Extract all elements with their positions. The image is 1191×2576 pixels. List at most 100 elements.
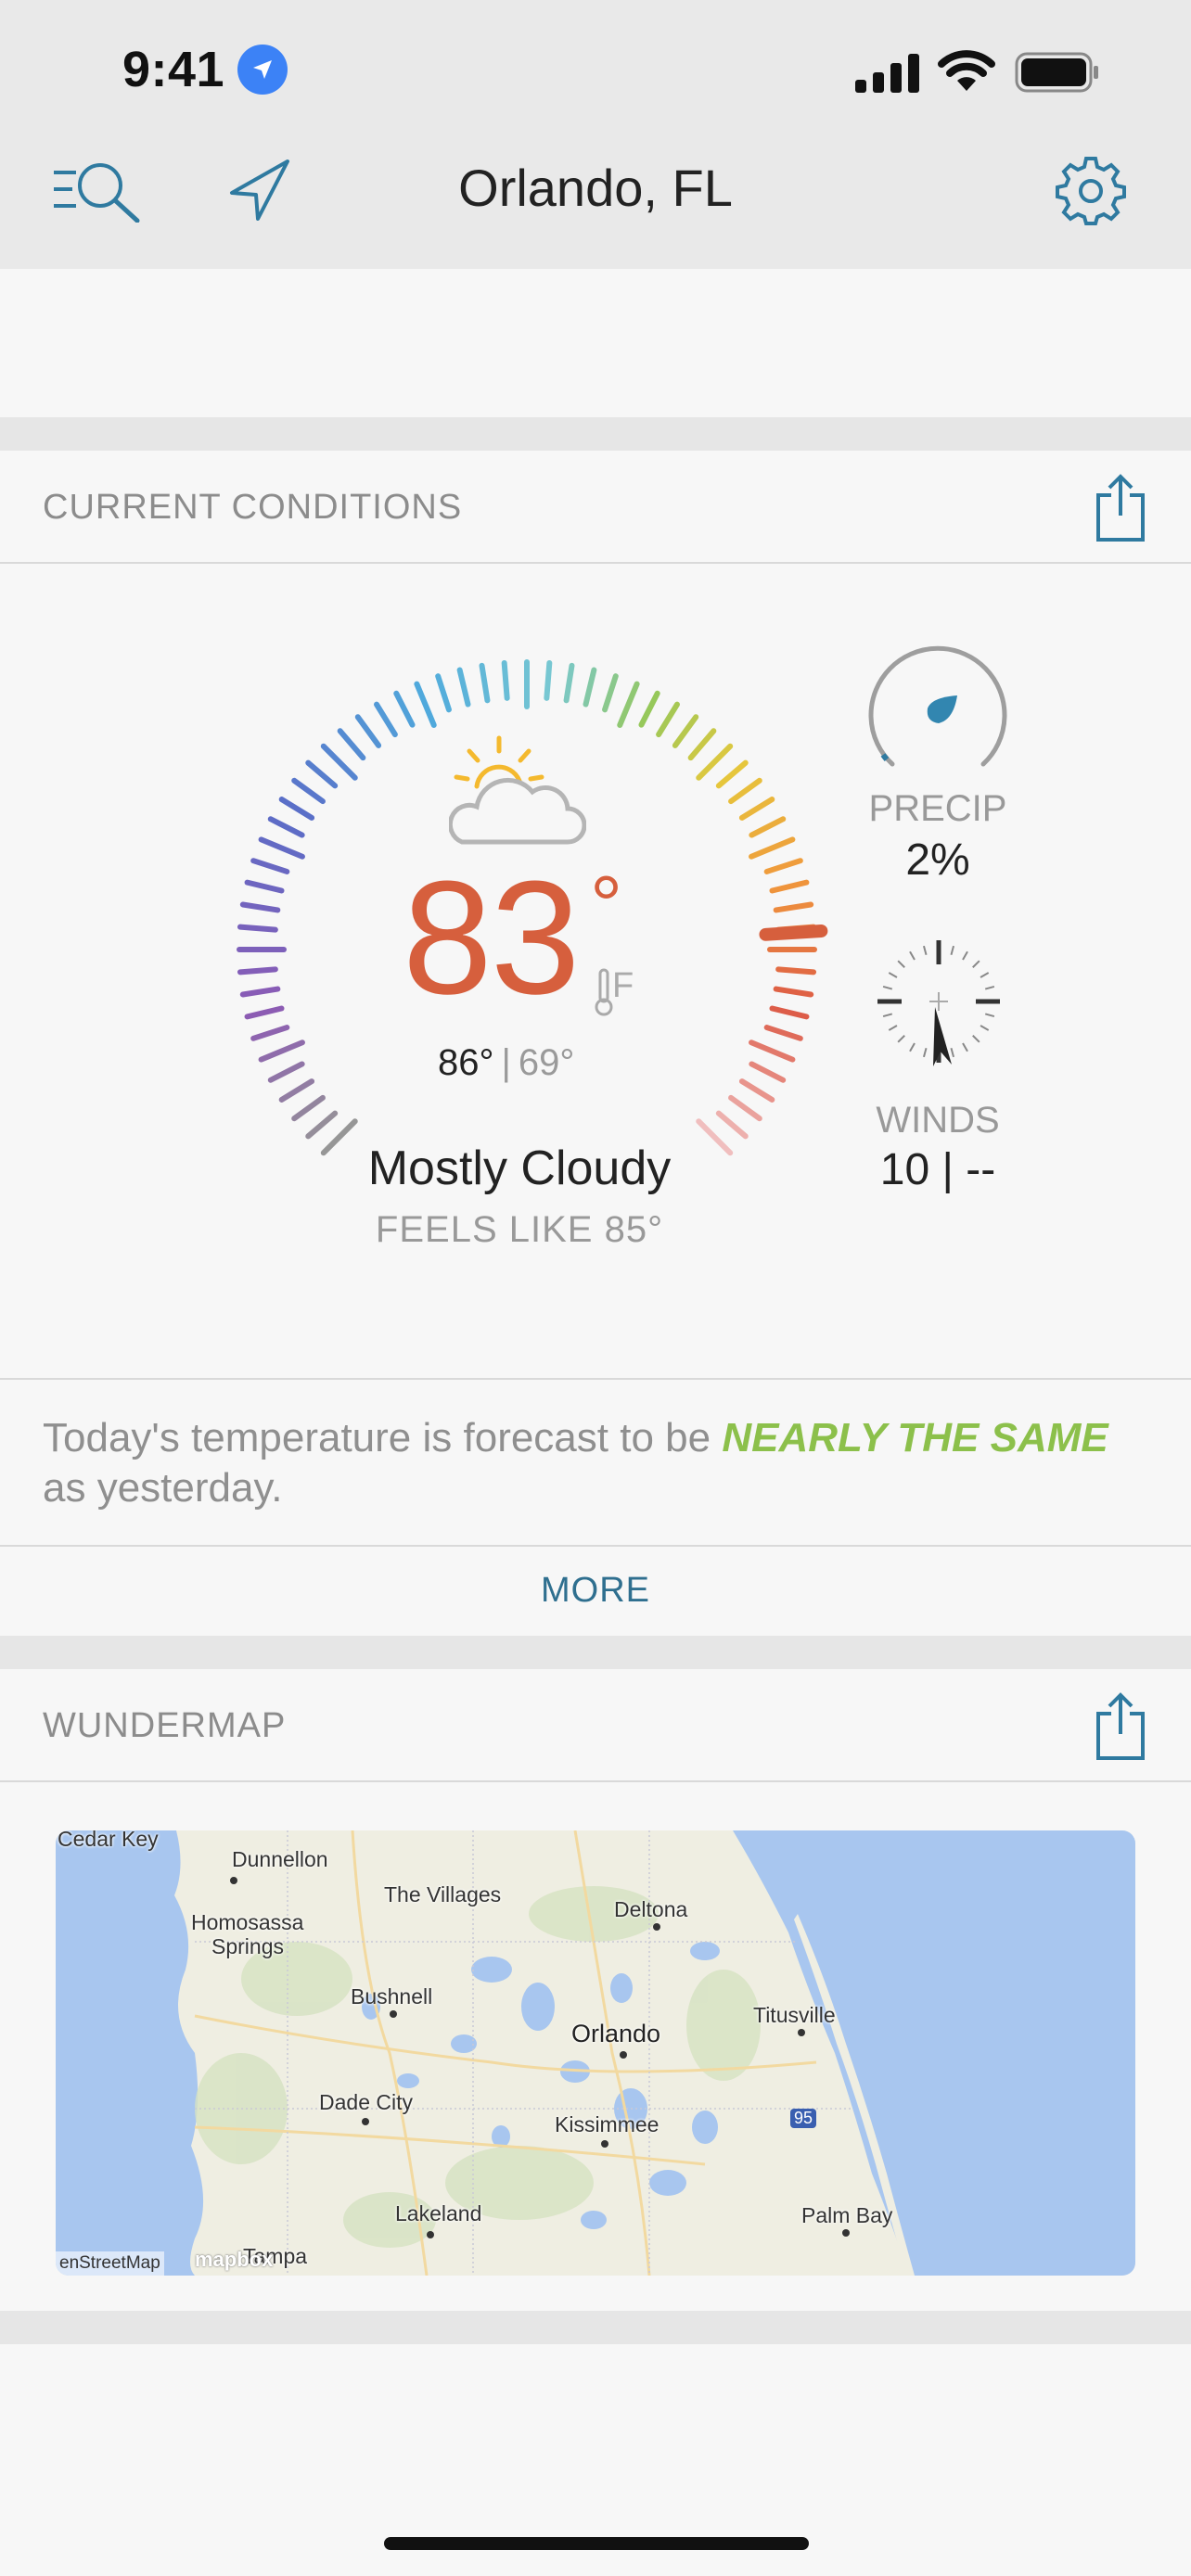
gauge-tick xyxy=(501,659,510,701)
gauge-tick xyxy=(769,1005,810,1020)
current-temperature: 83 xyxy=(403,847,581,1027)
map-place-label: The Villages xyxy=(384,1882,502,1906)
wind-dial-tick xyxy=(984,985,995,990)
section-divider xyxy=(0,417,1191,451)
gauge-tick xyxy=(479,662,491,704)
gauge-tick xyxy=(435,673,452,713)
wind-dial-tick xyxy=(980,1025,990,1031)
share-icon[interactable] xyxy=(1093,473,1148,543)
precip-label: PRECIP xyxy=(868,788,1007,829)
gauge-tick xyxy=(320,743,358,781)
gauge-tick xyxy=(239,901,281,913)
wind-dial-tick xyxy=(882,1013,893,1018)
map-attribution[interactable]: enStreetMap xyxy=(56,2251,164,2276)
partly-cloudy-day-icon xyxy=(449,735,586,845)
gauge-tick xyxy=(250,858,290,874)
gauge-tick xyxy=(773,986,814,998)
status-bar: 9:41 xyxy=(0,0,1191,139)
gauge-tick xyxy=(696,743,734,781)
gauge-tick xyxy=(278,797,315,821)
forecast-suffix: as yesterday. xyxy=(43,1465,283,1511)
wind-dial-tick xyxy=(972,960,980,968)
wind-dial-tick xyxy=(909,950,916,961)
location-services-icon xyxy=(237,45,288,95)
status-time: 9:41 xyxy=(122,42,225,97)
map-place-label: Kissimmee xyxy=(555,2112,660,2136)
map-place-label: Homosassa xyxy=(191,1910,304,1934)
wind-dial-tick xyxy=(962,1042,968,1052)
gauge-tick xyxy=(239,986,281,998)
gauge-tick xyxy=(763,1025,803,1041)
winds-label: WINDS xyxy=(876,1100,1000,1141)
gauge-tick xyxy=(291,1094,326,1122)
gauge-tick xyxy=(672,714,699,748)
wind-arrow-icon xyxy=(933,1007,952,1066)
gear-icon[interactable] xyxy=(1056,156,1126,226)
feels-like: FEELS LIKE 85° xyxy=(375,1209,664,1250)
location-title[interactable]: Orlando, FL xyxy=(0,158,1191,218)
gauge-tick xyxy=(267,1061,305,1083)
gauge-tick xyxy=(258,1039,305,1063)
wind-dial-tick xyxy=(972,1035,980,1043)
wind-dial-tick xyxy=(950,945,955,956)
precip-value: 2% xyxy=(905,835,970,885)
map-city-dot xyxy=(842,2229,850,2237)
gauge-current-marker xyxy=(759,925,828,941)
gauge-tick xyxy=(414,681,437,728)
gauge-tick xyxy=(617,681,640,728)
map-place-label: Lakeland xyxy=(395,2201,482,2225)
low-temp: 69° xyxy=(518,1042,575,1083)
gauge-tick xyxy=(258,836,305,860)
wind-dial-tick xyxy=(882,985,893,990)
map-place-label: Dunnellon xyxy=(232,1847,328,1871)
forecast-emphasis: NEARLY THE SAME xyxy=(722,1415,1108,1460)
gauge-tick xyxy=(749,1039,796,1063)
map-place-label: Cedar Key xyxy=(58,1830,159,1851)
map-place-label: Deltona xyxy=(614,1897,688,1921)
gauge-tick xyxy=(291,777,326,805)
map-place-label: Palm Bay xyxy=(801,2203,893,2227)
gauge-tick xyxy=(244,1005,285,1020)
gauge-tick xyxy=(656,701,680,738)
gauge-tick xyxy=(456,667,471,708)
wind-dial-tick xyxy=(950,1047,955,1058)
forecast-text: Today's temperature is forecast to be NE… xyxy=(43,1413,1137,1513)
cellular-signal-icon xyxy=(855,54,919,93)
degree-symbol: ° xyxy=(590,859,623,950)
map-place-label: Springs xyxy=(211,1934,284,1958)
wind-dial-tick xyxy=(888,1025,898,1031)
home-indicator[interactable] xyxy=(384,2537,809,2550)
share-icon[interactable] xyxy=(1093,1691,1148,1762)
forecast-prefix: Today's temperature is forecast to be xyxy=(43,1415,723,1460)
map-base xyxy=(56,1830,1135,2276)
temperature-unit: F xyxy=(612,966,634,1005)
current-conditions-header: CURRENT CONDITIONS xyxy=(0,451,1191,564)
more-label[interactable]: MORE xyxy=(0,1571,1191,1611)
map-place-label: Dade City xyxy=(319,2090,413,2114)
mapbox-logo: mapbox xyxy=(195,2248,274,2271)
gauge-tick xyxy=(638,690,660,728)
gauge-tick xyxy=(237,966,278,976)
section-divider xyxy=(0,1636,1191,1669)
map-place-label: Bushnell xyxy=(351,1984,433,2009)
gauge-tick xyxy=(602,673,619,713)
section-title: CURRENT CONDITIONS xyxy=(43,488,463,527)
gauge-tick xyxy=(374,701,398,738)
gauge-tick xyxy=(244,879,285,894)
gauge-tick xyxy=(393,690,416,728)
gauge-tick xyxy=(687,728,717,761)
wind-dial-tick xyxy=(897,960,905,968)
wind-dial-tick xyxy=(897,1035,905,1043)
more-button[interactable]: MORE xyxy=(0,1547,1191,1636)
wind-dial-tick xyxy=(888,972,898,978)
map-place-label: Orlando xyxy=(571,2020,661,2047)
wind-dial-tick xyxy=(980,972,990,978)
winds-value: 10 | -- xyxy=(879,1145,996,1194)
current-conditions-panel: 83 ° F 86° | 69° Mostly Cloudy FEELS LIKE … xyxy=(0,569,1191,1378)
gauge-tick xyxy=(773,901,814,913)
section-title: WUNDERMAP xyxy=(43,1706,287,1745)
wundermap-map[interactable]: Cedar Key Dunnellon The Villages Deltona… xyxy=(56,1830,1135,2276)
gauge-tick xyxy=(769,879,810,894)
wind-dial-tick xyxy=(922,1047,928,1058)
gauge-tick xyxy=(715,759,749,789)
